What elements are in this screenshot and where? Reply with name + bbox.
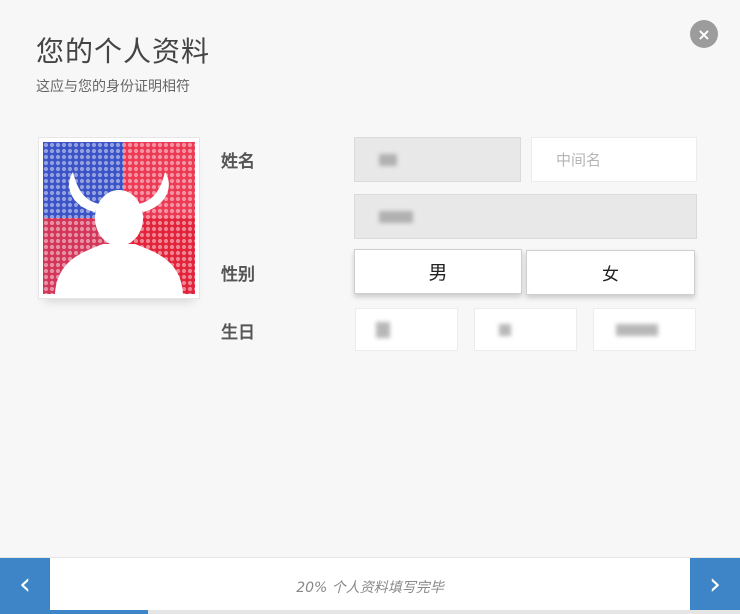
page-title: 您的个人资料 — [36, 35, 211, 68]
last-name-value — [379, 210, 413, 223]
birth-day-input[interactable] — [593, 308, 696, 351]
close-button[interactable]: × — [690, 20, 718, 48]
last-name-input[interactable] — [354, 194, 697, 239]
gender-label: 性别 — [221, 265, 255, 285]
progress-fill — [0, 610, 148, 614]
footer: ‹ 20% 个人资料填写完毕 › — [0, 557, 740, 614]
first-name-input[interactable] — [354, 137, 521, 182]
birth-year-input[interactable] — [355, 308, 458, 351]
page-subtitle: 这应与您的身份证明相符 — [36, 79, 190, 95]
gender-female-button[interactable]: 女 — [526, 250, 695, 295]
close-icon: × — [697, 24, 711, 44]
birthday-label: 生日 — [221, 323, 255, 343]
progress-bar — [0, 610, 740, 614]
gender-male-button[interactable]: 男 — [354, 249, 522, 294]
birth-month-input[interactable] — [474, 308, 577, 351]
gender-female-label: 女 — [602, 265, 619, 285]
middle-name-input[interactable]: 中间名 — [531, 137, 697, 182]
gender-male-label: 男 — [428, 262, 448, 284]
birth-day-value — [616, 323, 658, 336]
progress-text: 20% 个人资料填写完毕 — [296, 580, 444, 596]
avatar-image — [43, 142, 195, 294]
next-button[interactable]: › — [690, 558, 740, 610]
middle-name-placeholder: 中间名 — [556, 151, 602, 169]
first-name-value — [379, 153, 397, 166]
birth-year-value — [376, 321, 390, 338]
name-label: 姓名 — [221, 152, 255, 172]
chevron-right-icon: › — [709, 566, 721, 602]
avatar[interactable] — [38, 137, 200, 299]
birth-month-value — [499, 323, 511, 336]
